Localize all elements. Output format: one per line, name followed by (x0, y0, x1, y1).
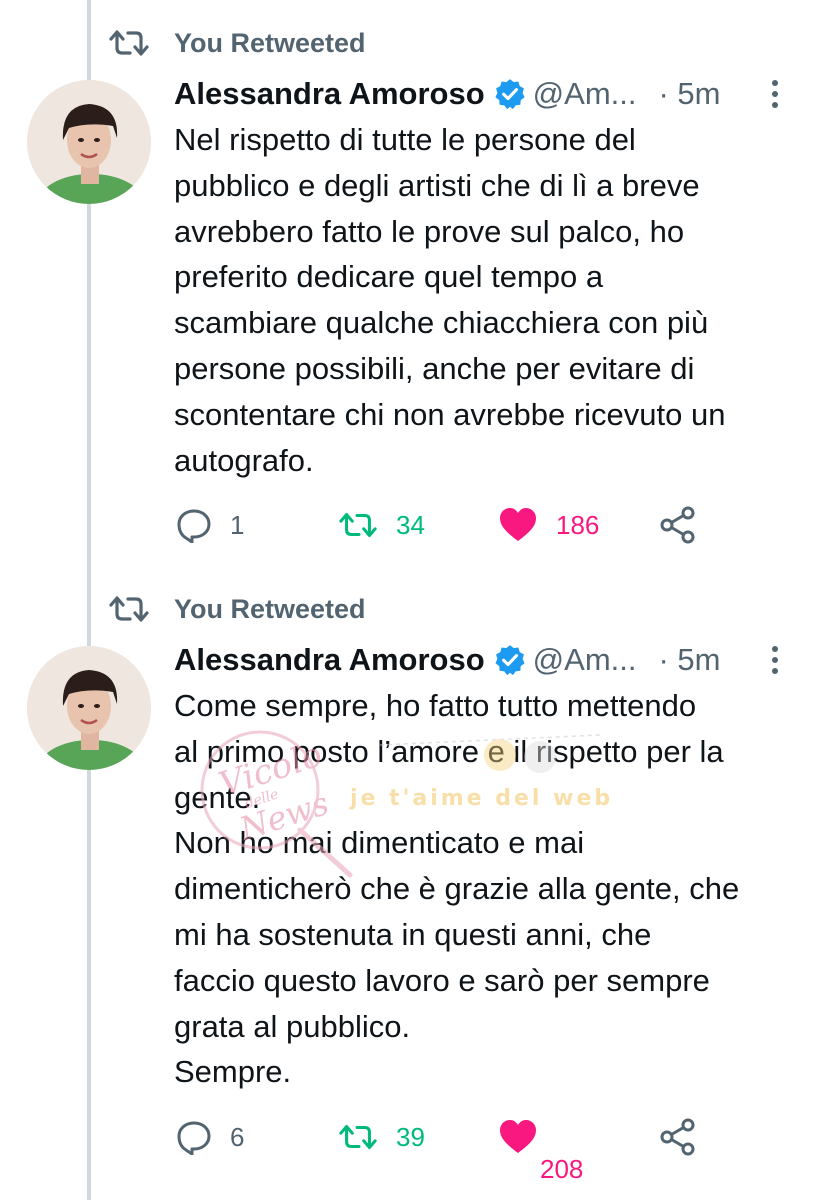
tweet-header: Alessandra Amoroso @Am... · 5m (174, 72, 782, 116)
retweet-button[interactable]: 34 (338, 502, 425, 548)
author-name[interactable]: Alessandra Amoroso (174, 76, 485, 112)
retweet-icon (339, 1125, 377, 1150)
reply-button[interactable]: 1 (176, 502, 244, 548)
reply-icon (177, 1121, 211, 1155)
tweet-time[interactable]: · 5m (658, 76, 720, 112)
retweet-context: You Retweeted (108, 23, 366, 63)
more-vertical-icon[interactable] (772, 645, 778, 675)
reply-button[interactable]: 6 (176, 1114, 244, 1160)
retweet-count: 34 (396, 509, 425, 540)
tweet-header: Alessandra Amoroso @Am... · 5m (174, 638, 782, 682)
reply-count: 6 (230, 1121, 245, 1152)
share-icon (660, 506, 695, 544)
tweet-text-line: Non ho mai dimenticato e mai (174, 825, 585, 861)
tweet-text-line: dimenticherò che è grazie alla gente, ch… (174, 871, 740, 907)
like-button[interactable] (498, 1114, 538, 1160)
tweet-text-line: scontentare chi non avrebbe ricevuto un (174, 396, 726, 432)
author-name[interactable]: Alessandra Amoroso (174, 642, 485, 678)
share-button[interactable] (660, 1114, 696, 1160)
tweet-text-line: autografo. (174, 442, 314, 478)
retweet-count: 39 (396, 1121, 425, 1152)
tweet-text-line: avrebbero fatto le prove sul palco, ho (174, 213, 685, 249)
tweet-text-line: pubblico e degli artisti che di lì a bre… (174, 167, 700, 203)
tweet-text-line: Sempre. (174, 1054, 292, 1090)
like-count: 208 (540, 1154, 584, 1184)
tweet-text-line: al primo posto l’amore e il rispetto per… (174, 733, 724, 769)
tweet-actions: 1 34 186 (174, 502, 794, 548)
retweet-context-label: You Retweeted (174, 27, 366, 58)
retweet-context-icon (109, 30, 149, 56)
retweet-context-label: You Retweeted (174, 593, 366, 624)
verified-badge-icon (495, 645, 525, 676)
tweet-text-line: Come sempre, ho fatto tutto mettendo (174, 688, 697, 723)
tweet-text-line: gente. (174, 779, 261, 815)
avatar[interactable] (27, 80, 151, 204)
tweet-text: Nel rispetto di tutte le persone del pub… (174, 117, 804, 483)
share-button[interactable] (660, 502, 696, 548)
retweet-icon (339, 513, 377, 537)
author-handle[interactable]: @Am... (533, 642, 637, 678)
tweet-2[interactable]: You Retweeted Alessandra Amoroso @Am... … (0, 566, 822, 1200)
tweet-1[interactable]: You Retweeted Alessandra Amoroso @Am... … (0, 0, 822, 566)
reply-icon (177, 509, 211, 543)
tweet-text-line: faccio questo lavoro e sarò per sempre (174, 962, 710, 998)
like-count: 186 (556, 509, 600, 540)
avatar[interactable] (27, 646, 151, 770)
tweet-text-line: Nel rispetto di tutte le persone del (174, 122, 636, 157)
heart-filled-icon (500, 508, 536, 541)
verified-badge-icon (495, 79, 525, 110)
tweet-text-line: preferito dedicare quel tempo a (174, 259, 604, 295)
tweet-text-line: grata al pubblico. (174, 1008, 411, 1044)
share-icon (660, 1118, 695, 1156)
tweet-actions: 6 39 208 (174, 1114, 794, 1184)
author-handle[interactable]: @Am... (533, 76, 637, 112)
more-vertical-icon[interactable] (772, 79, 778, 109)
tweet-text-line: mi ha sostenuta in questi anni, che (174, 916, 652, 952)
retweet-button[interactable]: 39 (338, 1114, 425, 1160)
tweet-text-line: persone possibili, anche per evitare di (174, 350, 695, 386)
like-button[interactable]: 186 (498, 502, 599, 548)
reply-count: 1 (230, 509, 245, 540)
tweet-text: Come sempre, ho fatto tutto mettendo al … (174, 683, 804, 1095)
heart-filled-icon (500, 1120, 536, 1153)
tweet-time[interactable]: · 5m (658, 642, 720, 678)
retweet-context-icon (109, 596, 149, 622)
retweet-context: You Retweeted (108, 589, 366, 629)
tweet-text-line: scambiare qualche chiacchiera con più (174, 305, 709, 341)
